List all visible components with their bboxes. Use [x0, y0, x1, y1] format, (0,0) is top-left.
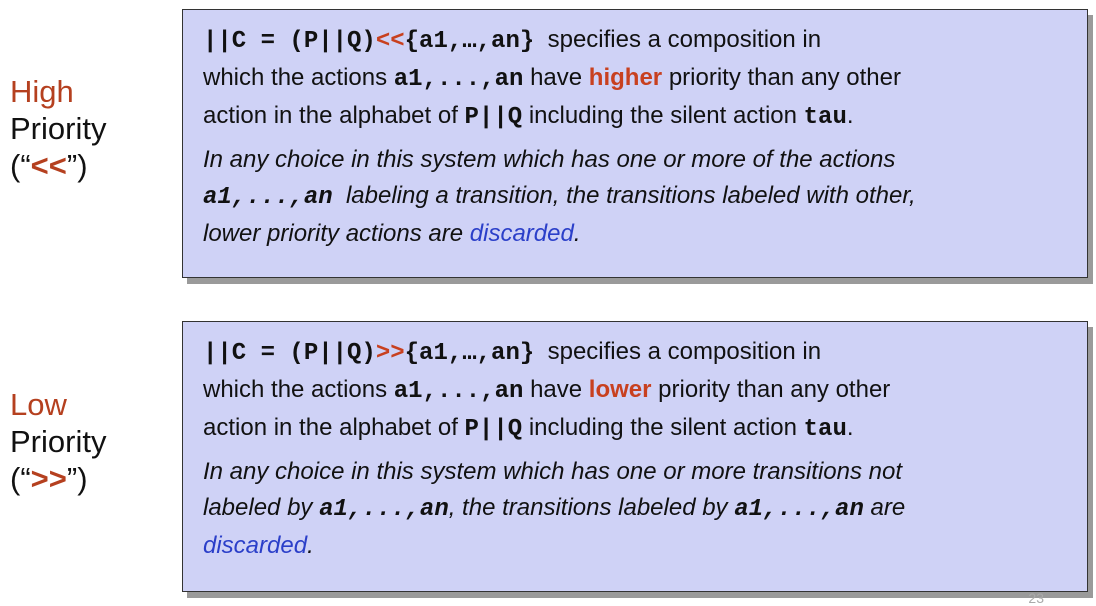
high-operator: << — [30, 148, 67, 183]
high-definition-line-2: which the actions a1,...,an have higher … — [203, 60, 1077, 98]
discarded-word: discarded — [469, 220, 574, 247]
low-priority-label: Low Priority (“>>”) — [10, 386, 106, 497]
code-operator: << — [375, 28, 405, 55]
note-text: labeled by — [203, 494, 313, 521]
code-alphabet: P||Q — [464, 104, 523, 131]
code-alphabet: P||Q — [464, 416, 523, 443]
code-tau: tau — [803, 104, 847, 131]
page-number: 23 — [1028, 590, 1044, 606]
low-note-line-1: In any choice in this system which has o… — [203, 458, 902, 485]
definition-text: which the actions — [203, 376, 388, 403]
definition-text: action in the alphabet of — [203, 102, 458, 129]
low-operator: >> — [30, 461, 67, 496]
high-definition-line-1: ||C = (P||Q)<<{a1,…,an} specifies a comp… — [203, 22, 1077, 60]
period: . — [573, 220, 581, 247]
note-text: lower priority actions are — [203, 220, 464, 247]
high-definition-line-3: action in the alphabet of P||Q including… — [203, 98, 1077, 136]
code-actions: a1,...,an — [319, 496, 449, 523]
code-tau: tau — [803, 416, 847, 443]
definition-text: action in the alphabet of — [203, 414, 458, 441]
definition-text: specifies a composition in — [547, 26, 822, 53]
open-quote: (“ — [10, 461, 31, 496]
priority-word: Priority — [10, 111, 107, 146]
definition-text: have — [530, 64, 583, 91]
definition-text: which the actions — [203, 64, 388, 91]
note-text: are — [870, 494, 906, 521]
high-priority-box: ||C = (P||Q)<<{a1,…,an} specifies a comp… — [182, 9, 1088, 278]
low-priority-box: ||C = (P||Q)>>{a1,…,an} specifies a comp… — [182, 321, 1088, 592]
priority-word: Priority — [10, 424, 107, 459]
code-operator: >> — [375, 340, 405, 367]
note-text: labeling a transition, the transitions l… — [345, 182, 916, 209]
high-note-line-1: In any choice in this system which has o… — [203, 146, 896, 173]
discarded-word: discarded — [203, 532, 308, 559]
definition-text: including the silent action — [528, 414, 797, 441]
period: . — [307, 532, 314, 559]
close-quote: ”) — [66, 461, 88, 496]
high-note-line-3: lower priority actions are discarded. — [203, 216, 1077, 252]
low-definition-line-2: which the actions a1,...,an have lower p… — [203, 372, 1077, 410]
operator-label: (“>>”) — [10, 460, 106, 497]
code-actions: a1,...,an — [393, 66, 524, 93]
definition-text: have — [530, 376, 583, 403]
definition-text: including the silent action — [528, 102, 797, 129]
low-definition-line-1: ||C = (P||Q)>>{a1,…,an} specifies a comp… — [203, 334, 1077, 372]
note-text: , the transitions labeled by — [448, 494, 728, 521]
definition-text: specifies a composition in — [547, 338, 822, 365]
low-note-line-2: labeled by a1,...,an, the transitions la… — [203, 490, 1077, 528]
operator-label: (“<<”) — [10, 147, 106, 184]
definition-text: priority than any other — [658, 376, 891, 403]
code-expression: ||C = (P||Q) — [203, 28, 376, 55]
code-actions: a1,...,an — [393, 378, 524, 405]
highlight-higher: higher — [588, 64, 663, 91]
high-priority-label: High Priority (“<<”) — [10, 73, 106, 184]
high-word: High — [10, 74, 74, 109]
highlight-lower: lower — [588, 376, 652, 403]
close-quote: ”) — [66, 148, 88, 183]
low-note-line-3: discarded. — [203, 528, 1077, 564]
definition-text: priority than any other — [668, 64, 901, 91]
period: . — [846, 102, 854, 129]
code-actions: a1,...,an — [203, 184, 333, 211]
period: . — [846, 414, 854, 441]
code-actions: a1,...,an — [734, 496, 864, 523]
code-action-set: {a1,…,an} — [404, 28, 535, 55]
code-expression: ||C = (P||Q) — [203, 340, 376, 367]
low-word: Low — [10, 387, 67, 422]
code-action-set: {a1,…,an} — [404, 340, 535, 367]
open-quote: (“ — [10, 148, 31, 183]
high-note-line-2: a1,...,an labeling a transition, the tra… — [203, 178, 1077, 216]
low-definition-line-3: action in the alphabet of P||Q including… — [203, 410, 1077, 448]
